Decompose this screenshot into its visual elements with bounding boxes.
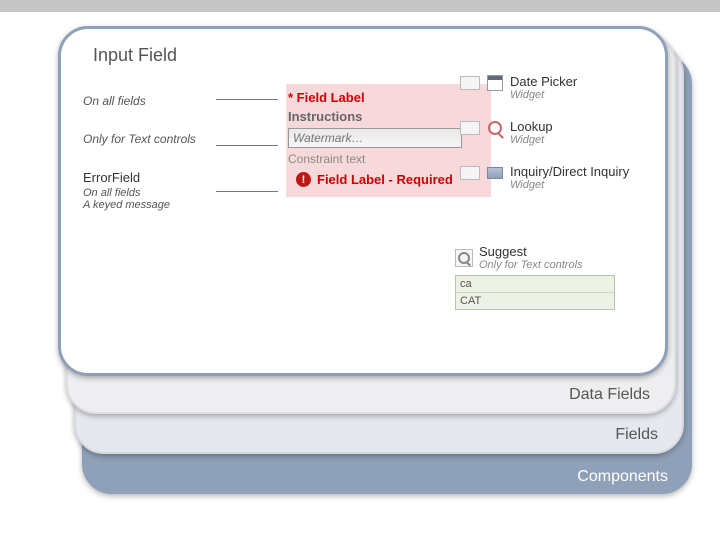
panel-title: Input Field bbox=[93, 45, 665, 66]
error-message: Field Label - Required bbox=[317, 172, 453, 187]
panel-content: On all fields Only for Text controls Err… bbox=[61, 66, 665, 356]
book-icon bbox=[486, 164, 504, 182]
widget-suggest: Suggest Only for Text controls ca CAT bbox=[455, 244, 615, 310]
layer-data-label: Data Fields bbox=[569, 386, 650, 404]
field-box-icon bbox=[460, 76, 480, 90]
widget-sub: Widget bbox=[510, 89, 577, 101]
widget-sub: Only for Text controls bbox=[479, 259, 583, 271]
note-all-fields: On all fields bbox=[83, 94, 223, 108]
note-text-only: Only for Text controls bbox=[83, 132, 223, 146]
note-error-line2: A keyed message bbox=[83, 199, 223, 211]
calendar-icon bbox=[486, 74, 504, 92]
layer-input-field: Input Field On all fields Only for Text … bbox=[58, 26, 668, 376]
watermark-input[interactable] bbox=[288, 128, 462, 148]
widget-name: Inquiry/Direct Inquiry bbox=[510, 164, 629, 179]
field-box-icon bbox=[460, 121, 480, 135]
annotations-left: On all fields Only for Text controls Err… bbox=[83, 94, 223, 211]
widget-sub: Widget bbox=[510, 134, 553, 146]
widget-name: Date Picker bbox=[510, 74, 577, 89]
widget-date-picker: Date Picker Widget bbox=[460, 74, 645, 101]
layer-components-label: Components bbox=[577, 468, 668, 486]
note-error-title: ErrorField bbox=[83, 170, 223, 185]
top-bar bbox=[0, 0, 720, 12]
suggest-row[interactable]: ca bbox=[456, 276, 614, 293]
widget-sub: Widget bbox=[510, 179, 629, 191]
connector-line bbox=[216, 145, 278, 146]
widget-lookup: Lookup Widget bbox=[460, 119, 645, 146]
widget-inquiry: Inquiry/Direct Inquiry Widget bbox=[460, 164, 645, 191]
layer-fields-label: Fields bbox=[615, 426, 658, 444]
note-error-line1: On all fields bbox=[83, 187, 223, 199]
error-icon: ! bbox=[296, 172, 311, 187]
connector-line bbox=[216, 99, 278, 100]
suggest-dropdown: ca CAT bbox=[455, 275, 615, 310]
lookup-icon bbox=[486, 119, 504, 137]
connector-line bbox=[216, 191, 278, 192]
widget-list: Date Picker Widget Lookup Widget bbox=[460, 74, 645, 209]
search-icon bbox=[455, 249, 473, 267]
field-box-icon bbox=[460, 166, 480, 180]
widget-name: Lookup bbox=[510, 119, 553, 134]
suggest-row[interactable]: CAT bbox=[456, 293, 614, 309]
widget-name: Suggest bbox=[479, 244, 583, 259]
